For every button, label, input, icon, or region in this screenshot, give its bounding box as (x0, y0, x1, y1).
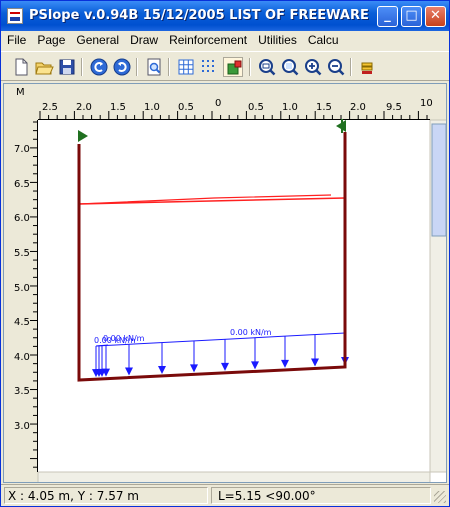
x-tick-label: 0.5 (248, 102, 264, 113)
toolbar (1, 51, 449, 81)
new-file-icon[interactable] (11, 57, 31, 77)
horizontal-scrollbar[interactable] (37, 471, 431, 483)
y-tick-label: 3.5 (14, 386, 30, 397)
minimize-button[interactable]: _ (377, 6, 398, 27)
title-bar[interactable]: PSlope v.0.94B 15/12/2005 LIST OF FREEWA… (1, 1, 449, 31)
x-tick-label: 1.0 (144, 102, 160, 113)
y-tick-label: 3.0 (14, 421, 30, 432)
coordinate-readout: X : 4.05 m, Y : 7.57 m (4, 487, 208, 504)
open-folder-icon[interactable] (34, 57, 54, 77)
drawing-canvas[interactable]: 2.5 2.0 1.5 1.0 0.5 0 0.5 1.0 1.5 2.0 9.… (3, 83, 447, 483)
y-ruler-labels: 7.0 6.5 6.0 5.5 5.0 4.5 4.0 3.5 3.0 (14, 144, 30, 432)
layer-icon[interactable] (357, 57, 377, 77)
y-tick-label: 5.5 (14, 248, 30, 259)
y-tick-label: 6.0 (14, 213, 30, 224)
print-preview-icon[interactable] (144, 57, 164, 77)
menu-utilities[interactable]: Utilities (252, 31, 302, 47)
x-tick-label: 10 (420, 98, 433, 109)
menu-calculate[interactable]: Calcu (302, 31, 344, 47)
x-tick-label: 1.5 (316, 102, 332, 113)
zoom-out-icon[interactable] (326, 57, 346, 77)
toolbar-separator (81, 58, 83, 76)
maximize-button[interactable]: □ (401, 6, 422, 27)
menu-reinforcement[interactable]: Reinforcement (163, 31, 252, 47)
horizontal-ruler (4, 84, 446, 120)
pslope-app-icon (7, 8, 23, 24)
y-tick-label: 4.0 (14, 352, 30, 363)
snap-point-icon[interactable] (223, 57, 243, 77)
x-tick-label: 9.5 (386, 102, 402, 113)
menu-page[interactable]: Page (31, 31, 70, 47)
menu-bar: File Page General Draw Reinforcement Utilitie… (1, 31, 449, 51)
grid-icon[interactable] (176, 57, 196, 77)
plot-area (38, 120, 430, 472)
resize-grip[interactable] (434, 491, 446, 503)
y-tick-label: 4.5 (14, 317, 30, 328)
x-tick-label: 0.5 (178, 102, 194, 113)
menu-draw[interactable]: Draw (124, 31, 163, 47)
unit-label: M (16, 87, 25, 98)
y-tick-label: 6.5 (14, 179, 30, 190)
menu-general[interactable]: General (70, 31, 124, 47)
x-tick-label: 2.5 (42, 102, 58, 113)
toolbar-separator (350, 58, 352, 76)
window-title: PSlope v.0.94B 15/12/2005 LIST OF FREEWA… (29, 8, 369, 23)
x-tick-label: 2.0 (76, 102, 92, 113)
x-tick-label: 0 (215, 98, 221, 109)
y-tick-label: 5.0 (14, 283, 30, 294)
redo-icon[interactable] (112, 57, 132, 77)
vertical-scroll-thumb[interactable] (431, 123, 446, 237)
undo-icon[interactable] (89, 57, 109, 77)
load-label: 0.00 kN/m (230, 328, 272, 337)
close-button[interactable]: ✕ (425, 6, 446, 27)
zoom-in-icon[interactable] (303, 57, 323, 77)
toolbar-separator (168, 58, 170, 76)
x-tick-label: 1.5 (110, 102, 126, 113)
snap-grid-icon[interactable] (199, 57, 219, 77)
zoom-window-icon[interactable] (257, 57, 277, 77)
status-bar: X : 4.05 m, Y : 7.57 m L=5.15 <90.00° (1, 484, 449, 506)
y-tick-label: 7.0 (14, 144, 30, 155)
x-tick-label: 2.0 (350, 102, 366, 113)
toolbar-separator (136, 58, 138, 76)
load-label: 0.00 kN/m (103, 334, 145, 343)
length-readout: L=5.15 <90.00° (211, 487, 431, 504)
x-tick-label: 1.0 (282, 102, 298, 113)
save-disk-icon[interactable] (57, 57, 77, 77)
menu-file[interactable]: File (1, 31, 31, 47)
toolbar-separator (249, 58, 251, 76)
zoom-extents-icon[interactable] (280, 57, 300, 77)
app-window: PSlope v.0.94B 15/12/2005 LIST OF FREEWA… (0, 0, 450, 507)
